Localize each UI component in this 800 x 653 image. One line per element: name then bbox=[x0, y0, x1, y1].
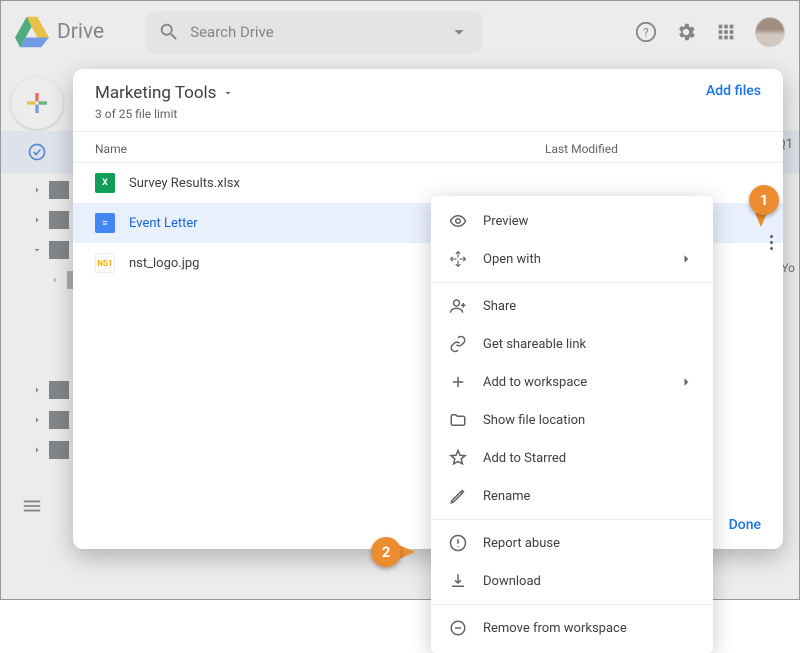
menu-item-report-abuse[interactable]: Report abuse bbox=[431, 524, 713, 562]
drive-icon bbox=[15, 15, 49, 49]
chevron-right-icon bbox=[31, 414, 43, 426]
folder-icon bbox=[49, 381, 69, 399]
folder-icon bbox=[49, 411, 69, 429]
callout-1: 1 bbox=[749, 185, 779, 215]
menu-label: Remove from workspace bbox=[483, 621, 627, 636]
menu-label: Share bbox=[483, 299, 516, 314]
menu-label: Rename bbox=[483, 489, 530, 504]
help-icon[interactable]: ? bbox=[635, 21, 657, 43]
folder-icon bbox=[49, 211, 69, 229]
chevron-right-icon bbox=[31, 184, 43, 196]
done-button[interactable]: Done bbox=[729, 517, 761, 533]
folder-icon bbox=[49, 181, 69, 199]
app-header: Drive Search Drive ? bbox=[1, 1, 799, 63]
menu-item-remove-from-workspace[interactable]: Remove from workspace bbox=[431, 609, 713, 647]
callout-2: 2 bbox=[371, 537, 401, 567]
folder-icon bbox=[49, 241, 69, 259]
context-menu: Preview Open with Share Get shareable link A… bbox=[431, 196, 713, 653]
menu-label: Add to Starred bbox=[483, 451, 566, 466]
menu-icon bbox=[21, 495, 43, 517]
chevron-down-icon bbox=[31, 244, 43, 256]
menu-item-add-to-starred[interactable]: Add to Starred bbox=[431, 439, 713, 477]
check-circle-icon bbox=[27, 142, 47, 162]
callout-2-tail bbox=[399, 545, 415, 559]
app-title: Drive bbox=[57, 20, 104, 44]
eye-icon bbox=[449, 212, 467, 230]
file-name: Survey Results.xlsx bbox=[129, 176, 240, 191]
link-icon bbox=[449, 335, 467, 353]
folder-icon bbox=[449, 411, 467, 429]
gear-icon[interactable] bbox=[675, 21, 697, 43]
minus-icon bbox=[449, 619, 467, 637]
modal-title: Marketing Tools bbox=[95, 83, 216, 103]
chevron-right-icon bbox=[31, 444, 43, 456]
menu-label: Get shareable link bbox=[483, 337, 586, 352]
chevron-right-icon bbox=[677, 373, 695, 391]
menu-label: Preview bbox=[483, 214, 528, 229]
menu-button[interactable] bbox=[21, 495, 43, 521]
menu-label: Report abuse bbox=[483, 536, 560, 551]
bg-side-text: Yo bbox=[781, 261, 795, 275]
menu-item-show-file-location[interactable]: Show file location bbox=[431, 401, 713, 439]
menu-item-open-with[interactable]: Open with bbox=[431, 240, 713, 278]
star-icon bbox=[449, 449, 467, 467]
drive-logo[interactable]: Drive bbox=[15, 15, 104, 49]
dropdown-icon[interactable] bbox=[448, 21, 470, 43]
menu-label: Add to workspace bbox=[483, 375, 587, 390]
search-box[interactable]: Search Drive bbox=[146, 11, 482, 53]
callout-1-tail bbox=[755, 213, 767, 227]
menu-item-rename[interactable]: Rename bbox=[431, 477, 713, 515]
modal-title-row[interactable]: Marketing Tools bbox=[95, 83, 234, 103]
chevron-right-icon bbox=[677, 250, 695, 268]
menu-item-get-shareable-link[interactable]: Get shareable link bbox=[431, 325, 713, 363]
modal-header: Marketing Tools 3 of 25 file limit Add f… bbox=[73, 69, 783, 131]
more-actions-button[interactable] bbox=[770, 235, 773, 250]
apps-icon[interactable] bbox=[715, 21, 737, 43]
svg-text:?: ? bbox=[643, 26, 649, 40]
menu-item-download[interactable]: Download bbox=[431, 562, 713, 600]
menu-item-preview[interactable]: Preview bbox=[431, 202, 713, 240]
file-name: nst_logo.jpg bbox=[129, 256, 199, 271]
plus-icon bbox=[449, 373, 467, 391]
add-files-button[interactable]: Add files bbox=[706, 83, 761, 99]
chevron-right-icon bbox=[49, 274, 61, 286]
menu-separator bbox=[431, 519, 713, 520]
modal-subtitle: 3 of 25 file limit bbox=[95, 107, 234, 121]
col-modified[interactable]: Last Modified bbox=[545, 142, 618, 156]
menu-label: Download bbox=[483, 574, 541, 589]
file-type-icon: X bbox=[95, 173, 115, 193]
search-placeholder: Search Drive bbox=[190, 23, 438, 41]
plus-icon bbox=[22, 88, 52, 118]
col-name[interactable]: Name bbox=[95, 142, 545, 156]
file-name: Event Letter bbox=[129, 216, 198, 231]
column-headers: Name Last Modified bbox=[73, 131, 783, 163]
move-icon bbox=[449, 250, 467, 268]
file-type-icon: NS1 bbox=[95, 253, 115, 273]
menu-separator bbox=[431, 604, 713, 605]
new-button[interactable] bbox=[11, 77, 63, 129]
chevron-right-icon bbox=[31, 214, 43, 226]
header-actions: ? bbox=[635, 17, 785, 47]
menu-separator bbox=[431, 282, 713, 283]
menu-label: Open with bbox=[483, 252, 541, 267]
menu-item-add-to-workspace[interactable]: Add to workspace bbox=[431, 363, 713, 401]
search-icon bbox=[158, 21, 180, 43]
avatar[interactable] bbox=[755, 17, 785, 47]
menu-label: Show file location bbox=[483, 413, 585, 428]
chevron-right-icon bbox=[31, 384, 43, 396]
alert-icon bbox=[449, 534, 467, 552]
folder-icon bbox=[49, 441, 69, 459]
person-add-icon bbox=[449, 297, 467, 315]
pencil-icon bbox=[449, 487, 467, 505]
dropdown-icon bbox=[222, 87, 234, 99]
file-type-icon: ≡ bbox=[95, 213, 115, 233]
download-icon bbox=[449, 572, 467, 590]
menu-item-share[interactable]: Share bbox=[431, 287, 713, 325]
